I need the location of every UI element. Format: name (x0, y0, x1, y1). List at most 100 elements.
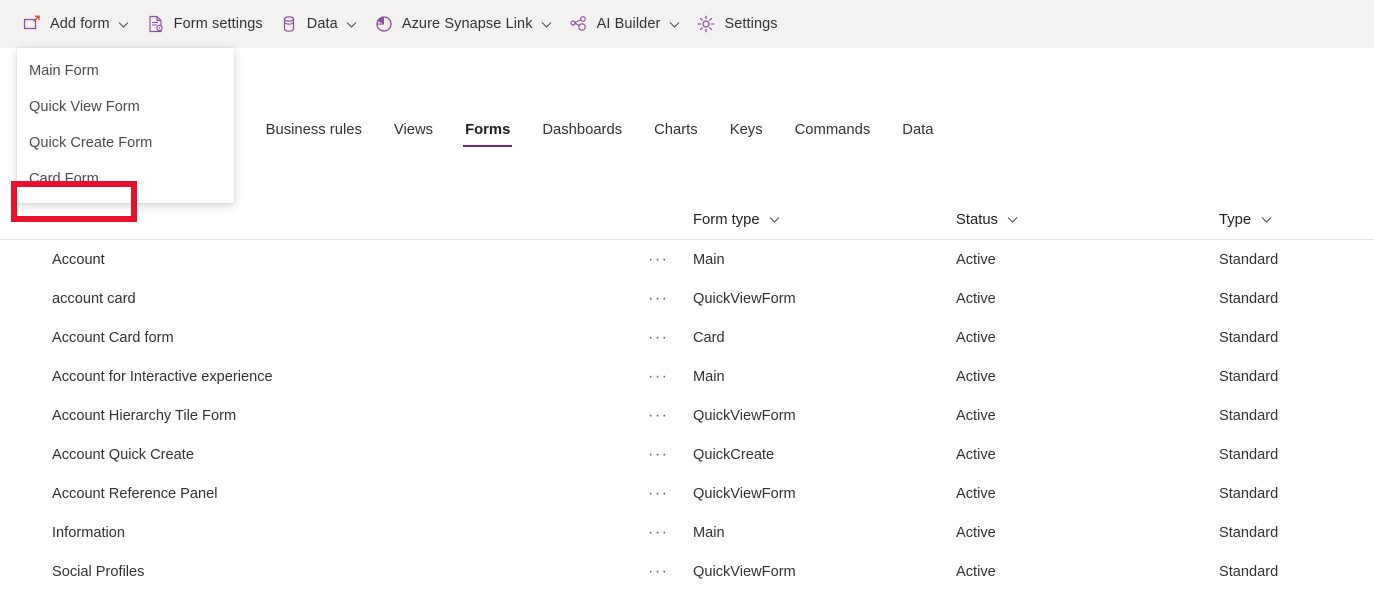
tab-label: Forms (465, 122, 511, 138)
cell-type: Standard (1219, 446, 1279, 463)
ellipsis-icon[interactable]: ··· (648, 485, 668, 502)
table-row[interactable]: account card ··· QuickViewForm Active Standa… (0, 279, 1374, 318)
tab-label: Commands (794, 122, 871, 138)
form-settings-button[interactable]: Form settings (138, 4, 271, 44)
cell-status: Active (956, 251, 996, 268)
tab-label: Views (393, 122, 434, 138)
menu-item-quick-create-form[interactable]: Quick Create Form (17, 125, 234, 161)
table-row[interactable]: Account ··· Main Active Standard (0, 240, 1374, 279)
cell-form-type: QuickViewForm (693, 407, 796, 424)
menu-item-quick-view-form[interactable]: Quick View Form (17, 89, 234, 125)
ellipsis-icon[interactable]: ··· (648, 563, 668, 580)
chevron-down-icon[interactable] (118, 18, 130, 30)
row-overflow-menu-button[interactable]: ··· (648, 524, 693, 542)
cell-form-type: QuickViewForm (693, 563, 796, 580)
menu-item-label: Main Form (29, 63, 99, 79)
menu-item-card-form[interactable]: Card Form (17, 161, 234, 197)
app-root: Add form Form settings Data Azure Synaps… (0, 0, 1374, 594)
menu-item-label: Quick View Form (29, 99, 140, 115)
tab-forms[interactable]: Forms (449, 108, 526, 152)
cell-form-name[interactable]: Account Reference Panel (0, 486, 648, 502)
chevron-down-icon[interactable] (346, 18, 358, 30)
ai-builder-button[interactable]: AI Builder (561, 4, 689, 44)
cell-type: Standard (1219, 290, 1279, 307)
add-form-menu: Main Form Quick View Form Quick Create F… (17, 48, 234, 203)
ellipsis-icon[interactable]: ··· (648, 251, 668, 268)
tab-views[interactable]: Views (378, 108, 449, 152)
cell-form-name[interactable]: Account for Interactive experience (0, 369, 648, 385)
tab-label: Keys (729, 122, 763, 138)
table-row[interactable]: Account Card form ··· Card Active Standard (0, 318, 1374, 357)
database-icon (279, 14, 299, 34)
column-header-type[interactable]: Type (1219, 212, 1369, 228)
chevron-down-icon[interactable] (769, 214, 781, 226)
ellipsis-icon[interactable]: ··· (648, 446, 668, 463)
tab-commands[interactable]: Commands (779, 108, 887, 152)
row-overflow-menu-button[interactable]: ··· (648, 329, 693, 347)
ellipsis-icon[interactable]: ··· (648, 368, 668, 385)
cell-type: Standard (1219, 329, 1279, 346)
chevron-down-icon[interactable] (541, 18, 553, 30)
row-overflow-menu-button[interactable]: ··· (648, 407, 693, 425)
table-row[interactable]: Account Hierarchy Tile Form ··· QuickViewF… (0, 396, 1374, 435)
cell-status: Active (956, 368, 996, 385)
tab-charts[interactable]: Charts (638, 108, 714, 152)
ai-builder-label: AI Builder (596, 16, 661, 32)
synapse-link-icon (374, 14, 394, 34)
command-bar: Add form Form settings Data Azure Synaps… (0, 0, 1374, 48)
cell-status: Active (956, 485, 996, 502)
cell-form-name[interactable]: Account Hierarchy Tile Form (0, 408, 648, 424)
row-overflow-menu-button[interactable]: ··· (648, 485, 693, 503)
settings-label: Settings (724, 16, 778, 32)
cell-form-name[interactable]: Account (0, 252, 648, 268)
chevron-down-icon[interactable] (668, 18, 680, 30)
menu-item-label: Card Form (29, 171, 99, 187)
azure-synapse-link-button[interactable]: Azure Synapse Link (366, 4, 561, 44)
ellipsis-icon[interactable]: ··· (648, 524, 668, 541)
tab-label: Data (902, 122, 934, 138)
tab-data[interactable]: Data (886, 108, 949, 152)
data-button[interactable]: Data (271, 4, 366, 44)
chevron-down-icon[interactable] (1260, 214, 1272, 226)
settings-button[interactable]: Settings (688, 4, 785, 44)
column-header-form-type[interactable]: Form type (693, 212, 956, 228)
row-overflow-menu-button[interactable]: ··· (648, 368, 693, 386)
ellipsis-icon[interactable]: ··· (648, 329, 668, 346)
table-row[interactable]: Social Profiles ··· QuickViewForm Active Sta… (0, 552, 1374, 591)
menu-item-main-form[interactable]: Main Form (17, 53, 234, 89)
chevron-down-icon[interactable] (1007, 214, 1019, 226)
table-row[interactable]: Account Reference Panel ··· QuickViewForm A… (0, 474, 1374, 513)
column-header-label: Form type (693, 211, 760, 228)
table-row[interactable]: Information ··· Main Active Standard (0, 513, 1374, 552)
tab-label: Charts (654, 122, 698, 138)
tab-business-rules[interactable]: Business rules (250, 108, 378, 152)
add-form-button[interactable]: Add form (14, 4, 138, 44)
forms-grid-header: Form type Status Type (0, 200, 1374, 239)
form-settings-label: Form settings (173, 16, 263, 32)
cell-form-name[interactable]: Social Profiles (0, 564, 648, 580)
cell-form-name[interactable]: account card (0, 291, 648, 307)
tab-dashboards[interactable]: Dashboards (526, 108, 638, 152)
column-header-status[interactable]: Status (956, 212, 1219, 228)
table-row[interactable]: Account for Interactive experience ··· Mai… (0, 357, 1374, 396)
ellipsis-icon[interactable]: ··· (648, 290, 668, 307)
add-form-icon (22, 14, 42, 34)
row-overflow-menu-button[interactable]: ··· (648, 446, 693, 464)
gear-icon (696, 14, 716, 34)
form-settings-icon (146, 14, 166, 34)
tab-label: Business rules (265, 122, 362, 138)
cell-form-name[interactable]: Information (0, 525, 648, 541)
row-overflow-menu-button[interactable]: ··· (648, 290, 693, 308)
ai-builder-icon (569, 14, 589, 34)
row-overflow-menu-button[interactable]: ··· (648, 251, 693, 269)
row-overflow-menu-button[interactable]: ··· (648, 563, 693, 581)
tab-keys[interactable]: Keys (714, 108, 779, 152)
table-row[interactable]: Account Quick Create ··· QuickCreate Active… (0, 435, 1374, 474)
cell-form-type: Card (693, 329, 725, 346)
cell-form-name[interactable]: Account Card form (0, 330, 648, 346)
cell-form-type: QuickCreate (693, 446, 775, 463)
cell-status: Active (956, 524, 996, 541)
ellipsis-icon[interactable]: ··· (648, 407, 668, 424)
cell-form-name[interactable]: Account Quick Create (0, 447, 648, 463)
cell-status: Active (956, 563, 996, 580)
